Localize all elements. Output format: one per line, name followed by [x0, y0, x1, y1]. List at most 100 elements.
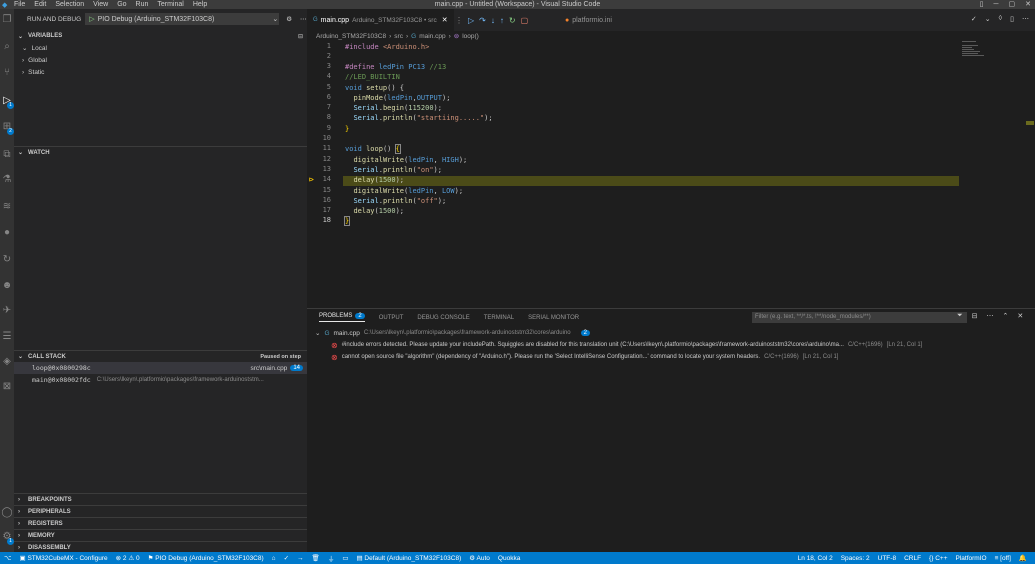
- indentation[interactable]: Spaces: 2: [841, 555, 870, 562]
- tab-serial-monitor[interactable]: SERIAL MONITOR: [528, 315, 579, 321]
- close-icon[interactable]: ✕: [442, 16, 448, 24]
- search-icon[interactable]: ⌕: [1, 41, 13, 53]
- editor-scrollbar[interactable]: [1026, 41, 1034, 306]
- restart-icon[interactable]: ↻: [509, 16, 516, 25]
- home-icon[interactable]: ⌂: [272, 555, 276, 562]
- peripherals-section[interactable]: › PERIPHERALS: [14, 505, 307, 517]
- notifications-bell-icon[interactable]: 🔔: [1019, 554, 1027, 562]
- minimize-icon[interactable]: ─: [994, 0, 999, 9]
- env-status[interactable]: ▤ Default (Arduino_STM32F103C8): [356, 554, 461, 562]
- breadcrumb-item[interactable]: loop(): [462, 33, 479, 40]
- layout-icon[interactable]: ▯: [980, 0, 984, 9]
- maximize-panel-icon[interactable]: ⌃: [1002, 312, 1008, 320]
- variables-global[interactable]: › Global: [22, 54, 47, 66]
- live-share-icon[interactable]: ↻: [1, 254, 13, 266]
- more-actions-icon[interactable]: ⋯: [986, 312, 993, 320]
- stm32cubemx-status[interactable]: ▣ STM32CubeMX - Configure: [20, 554, 108, 562]
- quokka-status[interactable]: Quokka: [498, 555, 520, 562]
- github-icon[interactable]: ●: [1, 227, 13, 239]
- filter-icon[interactable]: ⏷: [957, 312, 963, 320]
- variables-section[interactable]: ⌄ VARIABLES ⊟: [14, 30, 307, 42]
- chevron-down-icon[interactable]: ⌄: [985, 15, 991, 23]
- step-into-icon[interactable]: ↓: [491, 16, 495, 25]
- variables-static[interactable]: › Static: [22, 66, 44, 78]
- step-over-icon[interactable]: ↷: [479, 16, 486, 25]
- menu-edit[interactable]: Edit: [34, 1, 46, 8]
- settings-gear-icon[interactable]: ⚙ 1: [1, 531, 14, 545]
- prettier-status[interactable]: ≡ [off]: [995, 555, 1011, 562]
- extensions-icon[interactable]: ⊞ 2: [1, 121, 14, 135]
- code-editor[interactable]: ⊳ 1 2 3 4 5 6 7 8 9 10 11 12 13 14 15 16…: [307, 41, 967, 306]
- debug-config-status[interactable]: ⚑ PIO Debug (Arduino_STM32F103C8): [148, 554, 264, 562]
- maximize-icon[interactable]: ▢: [1009, 0, 1016, 9]
- collapse-all-icon[interactable]: ⊟: [298, 33, 303, 40]
- debug-config-select[interactable]: ▷ PIO Debug (Arduino_STM32F103C8) ⌄: [85, 13, 280, 25]
- language-mode[interactable]: {} C++: [929, 555, 947, 562]
- cursor-position[interactable]: Ln 18, Col 2: [798, 555, 833, 562]
- bird-icon[interactable]: ✈: [1, 305, 13, 317]
- callstack-frame[interactable]: main@0x08002fdc C:\Users\lkeyn\.platform…: [14, 374, 307, 386]
- remote-icon[interactable]: ⧉: [1, 149, 13, 161]
- problem-item[interactable]: ⊗ cannot open source file "algorithm" (d…: [331, 351, 838, 363]
- menu-go[interactable]: Go: [117, 1, 126, 8]
- close-icon[interactable]: ✕: [1025, 0, 1031, 9]
- breakpoints-section[interactable]: › BREAKPOINTS: [14, 493, 307, 505]
- menu-selection[interactable]: Selection: [55, 1, 84, 8]
- step-out-icon[interactable]: ↑: [500, 16, 504, 25]
- account-icon[interactable]: ◯: [1, 507, 13, 519]
- memory-section[interactable]: › MEMORY: [14, 529, 307, 541]
- callstack-frame[interactable]: loop@0x0800298c src\main.cpp 14: [14, 362, 307, 374]
- registers-section[interactable]: › REGISTERS: [14, 517, 307, 529]
- upload-icon[interactable]: →: [297, 555, 304, 562]
- gear-icon[interactable]: ⚙: [286, 15, 292, 23]
- breadcrumb-item[interactable]: Arduino_STM32F103C8: [316, 33, 386, 40]
- explorer-icon[interactable]: ❐: [1, 14, 13, 26]
- minimap[interactable]: [962, 41, 1022, 71]
- tab-platformio-ini[interactable]: ● platformio.ini: [559, 9, 618, 31]
- build-icon[interactable]: ✓: [284, 554, 289, 562]
- menu-run[interactable]: Run: [136, 1, 149, 8]
- menu-file[interactable]: File: [14, 1, 25, 8]
- continue-icon[interactable]: ▷: [468, 16, 474, 25]
- menu-terminal[interactable]: Terminal: [157, 1, 183, 8]
- remote-status[interactable]: ⌥: [4, 554, 12, 562]
- serial-monitor-icon[interactable]: ⏚: [328, 553, 335, 563]
- tab-main-cpp[interactable]: G main.cpp Arduino_STM32F103C8 • src ✕: [307, 9, 454, 31]
- terminal-icon[interactable]: ▭: [342, 554, 348, 562]
- menu-help[interactable]: Help: [193, 1, 207, 8]
- split-editor-icon[interactable]: ▯: [1010, 15, 1014, 23]
- check-icon[interactable]: ✓: [971, 15, 977, 23]
- tab-terminal[interactable]: TERMINAL: [484, 315, 514, 321]
- more-actions-icon[interactable]: ⋯: [300, 15, 307, 23]
- line-ending[interactable]: CRLF: [904, 555, 921, 562]
- clean-icon[interactable]: 🗑: [312, 554, 320, 562]
- pin-icon[interactable]: ◊: [999, 15, 1002, 23]
- close-box-icon[interactable]: ⊠: [1, 381, 13, 393]
- auto-status[interactable]: ⚙ Auto: [469, 554, 490, 562]
- drag-handle-icon[interactable]: ⋮: [455, 16, 463, 25]
- docker-icon[interactable]: ≋: [1, 201, 13, 213]
- breadcrumb-item[interactable]: main.cpp: [419, 33, 445, 40]
- testing-icon[interactable]: ⚗: [1, 174, 13, 186]
- collapse-all-icon[interactable]: ⊟: [972, 312, 978, 320]
- platformio-icon[interactable]: ☻: [1, 280, 13, 292]
- more-actions-icon[interactable]: ⋯: [1022, 15, 1029, 23]
- tab-problems[interactable]: PROBLEMS 2: [319, 313, 365, 322]
- layers-icon[interactable]: ◈: [1, 356, 13, 368]
- breadcrumb-item[interactable]: src: [394, 33, 403, 40]
- tab-debug-console[interactable]: DEBUG CONSOLE: [417, 315, 469, 321]
- variables-local[interactable]: ⌄ Local: [22, 42, 47, 54]
- run-debug-icon[interactable]: ▷ 1: [1, 95, 14, 109]
- stop-icon[interactable]: ▢: [521, 16, 529, 25]
- callstack-section[interactable]: ⌄ CALL STACK Paused on step: [14, 350, 307, 362]
- start-debug-icon[interactable]: ▷: [89, 15, 94, 23]
- platformio-status[interactable]: PlatformIO: [956, 555, 987, 562]
- problems-filter-input[interactable]: Filter (e.g. text, **/*.ts, !**/node_mod…: [752, 312, 967, 323]
- watch-section[interactable]: ⌄ WATCH: [14, 146, 307, 158]
- problems-file-row[interactable]: ⌄ G main.cpp C:\Users\lkeyn\.platformio\…: [315, 327, 590, 339]
- encoding[interactable]: UTF-8: [878, 555, 896, 562]
- menu-view[interactable]: View: [93, 1, 108, 8]
- problems-status[interactable]: ⊗ 2 ⚠ 0: [116, 554, 140, 562]
- close-icon[interactable]: ✕: [1017, 312, 1023, 320]
- database-icon[interactable]: ☰: [1, 331, 13, 343]
